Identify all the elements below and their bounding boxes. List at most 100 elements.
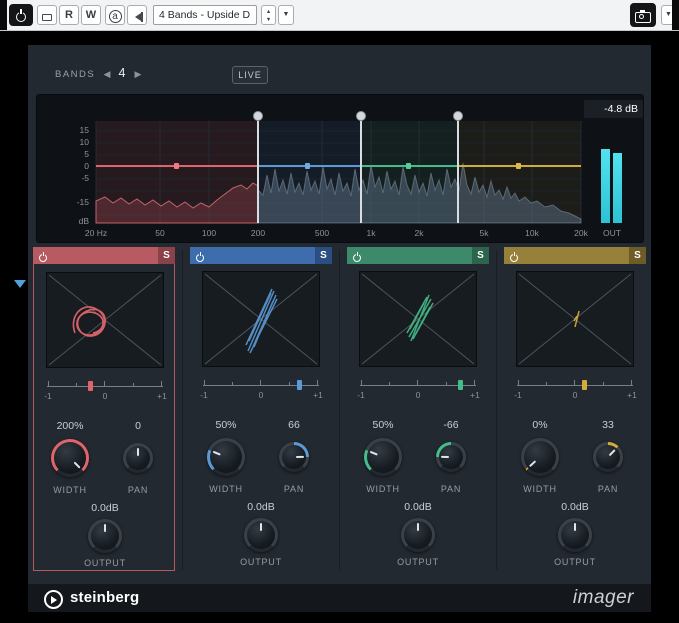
band2-node[interactable] (305, 163, 310, 169)
vectorscope (46, 272, 164, 368)
solo-button[interactable]: S (472, 247, 489, 264)
preset-prev-next-button[interactable]: ▲▼ (261, 5, 276, 25)
pan-knob[interactable] (593, 442, 623, 472)
write-automation-button[interactable]: W (81, 5, 101, 25)
pan-knob[interactable] (279, 442, 309, 472)
output-meter-right (613, 153, 622, 223)
output-value: 0.0dB (545, 501, 605, 513)
output-value: 0.0dB (231, 501, 291, 513)
spectrum-graph (37, 95, 645, 244)
db-tick: -15 (59, 197, 89, 207)
correlation-meter: -1 0 +1 (202, 377, 320, 405)
correlation-marker (88, 381, 93, 391)
freq-tick: 20 Hz (74, 228, 118, 238)
lissajous-trace (73, 307, 105, 336)
output-knob[interactable] (88, 519, 122, 553)
band4-node[interactable] (516, 163, 521, 169)
db-tick: 15 (59, 125, 89, 135)
vectorscope (359, 271, 477, 367)
freq-tick: 10k (510, 228, 554, 238)
width-label: WIDTH (40, 485, 100, 495)
crossover-knob-icon[interactable] (253, 111, 263, 121)
pan-value: 33 (578, 419, 638, 431)
solo-button[interactable]: S (315, 247, 332, 264)
db-tick: 0 (59, 161, 89, 171)
out-label: OUT (595, 228, 629, 238)
width-knob[interactable] (51, 439, 89, 477)
output-knob[interactable] (401, 518, 435, 552)
output-knob[interactable] (558, 518, 592, 552)
band3-node[interactable] (406, 163, 411, 169)
band1-node[interactable] (174, 163, 179, 169)
band-panel-4[interactable]: S -1 0 +1 0% 33 WIDTH (504, 247, 646, 571)
snapshot-button[interactable] (630, 3, 656, 27)
copy-arrow-icon (131, 12, 143, 22)
output-value: 0.0dB (75, 502, 135, 514)
bypass-icon (42, 14, 52, 21)
band-power-button[interactable] (504, 247, 524, 264)
power-icon (39, 254, 47, 262)
correlation-meter: -1 0 +1 (516, 377, 634, 405)
band-next-button[interactable]: ▶ (131, 67, 145, 81)
pan-value: 66 (264, 419, 324, 431)
brand-name: steinberg (70, 589, 139, 606)
window-edge-left (0, 0, 7, 30)
level-readout: -4.8 dB (584, 100, 643, 118)
pan-value: 0 (108, 420, 168, 432)
crossover-handle-3[interactable] (453, 111, 463, 225)
preset-menu-button[interactable]: ▼ (278, 5, 294, 25)
width-label: WIDTH (196, 484, 256, 494)
product-name: imager (572, 587, 634, 609)
pan-label: PAN (264, 484, 324, 494)
crossover-knob-icon[interactable] (453, 111, 463, 121)
db-unit-label: dB (59, 216, 89, 226)
steinberg-logo-icon (44, 590, 63, 609)
width-label: WIDTH (353, 484, 413, 494)
crossover-handle-1[interactable] (253, 111, 263, 225)
spectrum-display: -4.8 dB 15 10 5 0 -5 -15 dB 20 Hz 50 100… (36, 94, 644, 243)
solo-button[interactable]: S (629, 247, 646, 264)
band-power-button[interactable] (190, 247, 210, 264)
crossover-handle-2[interactable] (356, 111, 366, 225)
preset-display[interactable]: 4 Bands - Upside D (153, 5, 257, 25)
ab-setting-button[interactable]: a (105, 5, 125, 25)
width-knob[interactable] (521, 438, 559, 476)
panel-divider (182, 250, 183, 570)
band-panel-1[interactable]: S -1 0 +1 200% 0 WIDT (33, 247, 175, 571)
pan-value: -66 (421, 419, 481, 431)
ab-icon: a (109, 10, 122, 23)
band-header: S (33, 247, 175, 264)
band-prev-button[interactable]: ◀ (100, 67, 114, 81)
lissajous-trace (407, 295, 433, 341)
band-panel-2[interactable]: S -1 0 +1 50% 66 WIDT (190, 247, 332, 571)
freq-tick: 100 (187, 228, 231, 238)
panel-divider (496, 250, 497, 570)
band-power-button[interactable] (33, 247, 53, 264)
width-label: WIDTH (510, 484, 570, 494)
pan-knob[interactable] (436, 442, 466, 472)
output-value: 0.0dB (388, 501, 448, 513)
width-knob[interactable] (207, 438, 245, 476)
output-meter-left (601, 149, 610, 223)
band-panel-3[interactable]: S -1 0 +1 50% -66 WID (347, 247, 489, 571)
output-label: OUTPUT (75, 558, 135, 568)
up-icon: ▲ (263, 8, 275, 15)
output-label: OUTPUT (231, 557, 291, 567)
solo-button[interactable]: S (158, 247, 175, 264)
width-knob[interactable] (364, 438, 402, 476)
pan-knob[interactable] (123, 443, 153, 473)
correlation-marker (458, 380, 463, 390)
correlation-meter: -1 0 +1 (359, 377, 477, 405)
live-button[interactable]: LIVE (232, 66, 268, 84)
crossover-knob-icon[interactable] (356, 111, 366, 121)
bypass-button[interactable] (37, 5, 57, 25)
output-knob[interactable] (244, 518, 278, 552)
power-button[interactable] (9, 4, 33, 26)
band-header: S (347, 247, 489, 264)
band-power-button[interactable] (347, 247, 367, 264)
read-automation-button[interactable]: R (59, 5, 79, 25)
copy-ab-button[interactable] (127, 5, 147, 25)
power-icon (353, 254, 361, 262)
collapse-arrow-icon[interactable] (14, 280, 26, 288)
lissajous-trace (574, 311, 579, 327)
